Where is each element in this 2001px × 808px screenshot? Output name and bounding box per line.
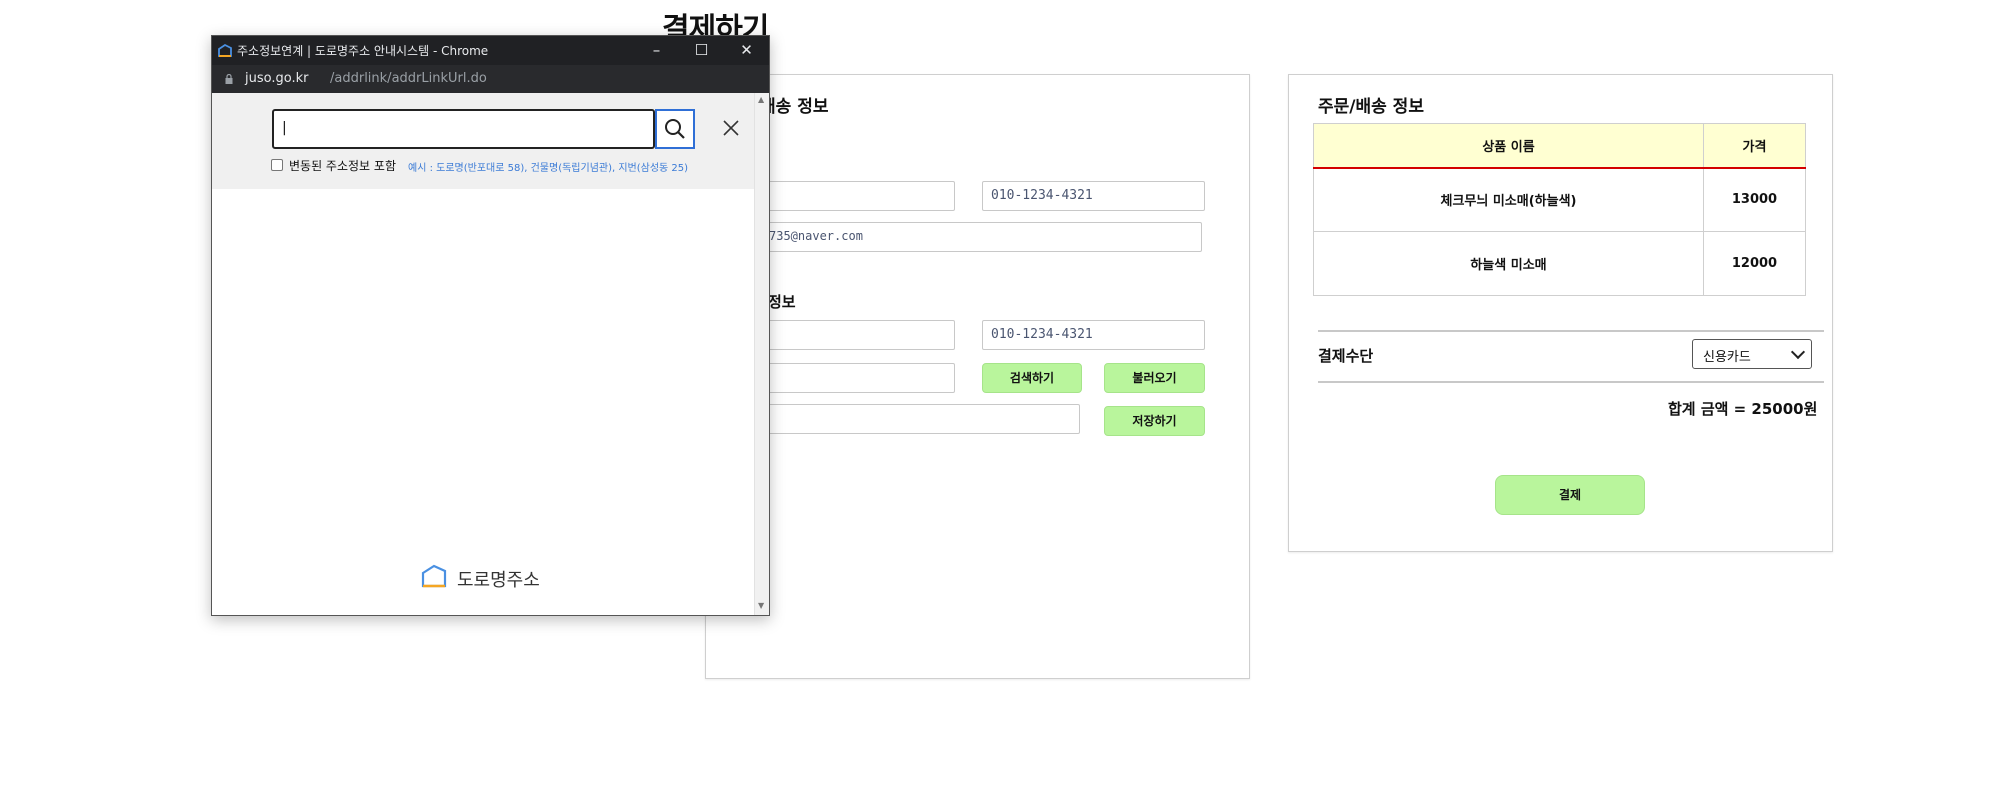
divider xyxy=(1318,381,1824,383)
payment-method-select[interactable]: 신용카드 xyxy=(1692,339,1812,369)
maximize-icon[interactable]: ☐ xyxy=(679,36,724,65)
juso-logo-text: 도로명주소 xyxy=(457,570,540,591)
pay-button[interactable]: 결제 xyxy=(1495,475,1645,515)
include-changed-checkbox[interactable] xyxy=(271,159,283,171)
save-address-button[interactable]: 저장하기 xyxy=(1104,406,1205,436)
payment-method-label: 결제수단 xyxy=(1318,347,1374,365)
popup-scrollbar[interactable]: ▲ ▼ xyxy=(754,93,769,615)
table-header-row: 상품 이름 가격 xyxy=(1313,123,1806,169)
scroll-down-icon[interactable]: ▼ xyxy=(758,601,764,610)
minimize-icon[interactable]: – xyxy=(634,36,679,65)
order-table: 상품 이름 가격 체크무늬 미소매(하늘색) 13000 하늘색 미소매 120… xyxy=(1313,123,1806,296)
zipcode-field[interactable] xyxy=(760,363,955,393)
address-detail-field[interactable] xyxy=(760,404,1080,434)
url-path: /addrlink/addrLinkUrl.do xyxy=(330,71,487,86)
scroll-up-icon[interactable]: ▲ xyxy=(758,95,764,104)
product-name-cell: 하늘색 미소매 xyxy=(1313,231,1704,296)
orderer-email-field[interactable]: 735@naver.com xyxy=(760,222,1202,252)
search-area: | 변동된 주소정보 포함 예시 : 도로명(반포대로 58), 건물명(독립기… xyxy=(212,93,754,189)
juso-favicon-icon xyxy=(217,43,233,57)
delivery-section-title: 정보 xyxy=(768,293,796,311)
window-titlebar[interactable]: 주소정보연계 | 도로명주소 안내시스템 - Chrome – ☐ ✕ xyxy=(212,36,769,65)
price-cell: 12000 xyxy=(1703,231,1806,296)
address-search-input[interactable]: | xyxy=(272,109,655,149)
search-address-button[interactable]: 검색하기 xyxy=(982,363,1082,393)
window-title: 주소정보연계 | 도로명주소 안내시스템 - Chrome xyxy=(237,44,489,58)
receiver-phone-field[interactable]: 010-1234-4321 xyxy=(982,320,1205,350)
chevron-down-icon xyxy=(1790,344,1806,360)
close-window-icon[interactable]: ✕ xyxy=(724,36,769,65)
order-summary-title: 주문/배송 정보 xyxy=(1318,97,1424,117)
load-address-button[interactable]: 불러오기 xyxy=(1104,363,1205,393)
search-icon xyxy=(665,119,685,139)
table-row: 하늘색 미소매 12000 xyxy=(1313,231,1806,296)
total-amount: 합계 금액 = 25000원 xyxy=(1668,400,1818,418)
address-bar[interactable]: juso.go.kr /addrlink/addrLinkUrl.do xyxy=(212,65,769,93)
close-search-icon[interactable] xyxy=(722,119,740,137)
orderer-name-field[interactable] xyxy=(760,181,955,211)
product-name-cell: 체크무늬 미소매(하늘색) xyxy=(1313,167,1704,232)
payment-method-value: 신용카드 xyxy=(1703,350,1751,365)
address-search-popup: 주소정보연계 | 도로명주소 안내시스템 - Chrome – ☐ ✕ juso… xyxy=(211,35,770,616)
orderer-section-title: 배송 정보 xyxy=(760,97,829,117)
search-example-text: 예시 : 도로명(반포대로 58), 건물명(독립기념관), 지번(삼성동 25… xyxy=(408,163,689,174)
search-button[interactable] xyxy=(655,109,695,149)
price-header: 가격 xyxy=(1703,123,1806,169)
lock-icon xyxy=(225,73,233,84)
price-cell: 13000 xyxy=(1703,167,1806,232)
checkbox-label: 변동된 주소정보 포함 xyxy=(289,159,396,173)
divider xyxy=(1318,330,1824,332)
product-name-header: 상품 이름 xyxy=(1313,123,1704,169)
table-row: 체크무늬 미소매(하늘색) 13000 xyxy=(1313,167,1806,232)
url-domain: juso.go.kr xyxy=(245,71,309,86)
juso-logo-icon xyxy=(420,563,448,589)
receiver-name-field[interactable] xyxy=(760,320,955,350)
orderer-phone-field[interactable]: 010-1234-4321 xyxy=(982,181,1205,211)
